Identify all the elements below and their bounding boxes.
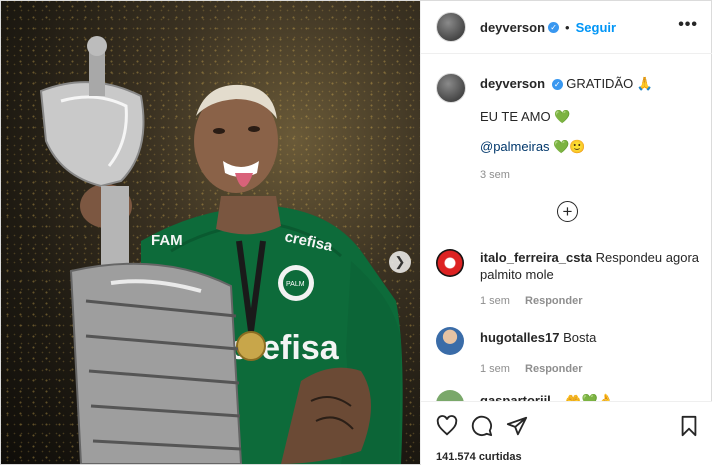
heart-icon[interactable]: [436, 415, 458, 437]
caption-line-2: EU TE AMO 💚: [480, 109, 571, 124]
caption-text: GRATIDÃO 🙏: [566, 76, 654, 91]
comment-avatar[interactable]: [436, 249, 464, 277]
caption-timestamp[interactable]: 3 sem: [480, 169, 701, 181]
caption-avatar[interactable]: [436, 73, 466, 103]
comment-icon[interactable]: [471, 415, 493, 437]
chevron-right-icon: ❯: [394, 254, 406, 269]
comment-meta: 1 sem Responder: [480, 295, 701, 307]
verified-icon: ✓: [551, 79, 563, 91]
follow-button[interactable]: Seguir: [576, 20, 616, 35]
mention-emoji: 💚🙂: [553, 139, 586, 154]
next-photo-button[interactable]: ❯: [389, 251, 411, 273]
more-icon[interactable]: •••: [678, 16, 698, 34]
mention-link[interactable]: @palmeiras: [480, 139, 550, 154]
comment-time[interactable]: 1 sem: [480, 363, 510, 375]
comment-item: hugotalles17 Bosta 1 sem Responder: [436, 327, 701, 375]
svg-text:PALM: PALM: [286, 281, 305, 288]
comment-avatar[interactable]: [436, 327, 464, 355]
post-photo[interactable]: PALM crefisa FAM crefisa ❯: [1, 1, 420, 464]
caption-username[interactable]: deyverson: [480, 76, 545, 91]
svg-text:FAM: FAM: [151, 232, 183, 249]
action-bar: 141.574 curtidas: [421, 401, 712, 465]
post-sidebar: deyverson ✓ • Seguir ••• deyverson ✓ GRA…: [420, 1, 712, 465]
verified-icon: ✓: [548, 21, 560, 33]
separator-dot: •: [565, 19, 570, 35]
comment-time[interactable]: 1 sem: [480, 295, 510, 307]
post-caption: deyverson ✓ GRATIDÃO 🙏 EU TE AMO 💚 @palm…: [436, 73, 701, 181]
share-icon[interactable]: [506, 415, 528, 437]
likes-count[interactable]: 141.574 curtidas: [436, 451, 522, 463]
comment-meta: 1 sem Responder: [480, 363, 701, 375]
bookmark-icon[interactable]: [678, 415, 700, 437]
comment-username[interactable]: italo_ferreira_csta: [480, 250, 592, 265]
author-username[interactable]: deyverson: [480, 20, 545, 35]
author-avatar[interactable]: [436, 12, 466, 42]
add-circle-icon[interactable]: +: [557, 201, 578, 222]
reply-button[interactable]: Responder: [525, 363, 582, 375]
reply-button[interactable]: Responder: [525, 295, 582, 307]
comment-text: Bosta: [563, 330, 597, 345]
comment-username[interactable]: hugotalles17: [480, 330, 559, 345]
post-header: deyverson ✓ • Seguir •••: [421, 1, 712, 54]
comment-item: italo_ferreira_csta Respondeu agora palm…: [436, 249, 701, 307]
player-with-trophy-illustration: PALM crefisa FAM crefisa: [39, 36, 403, 464]
caption-mention-line: @palmeiras 💚🙂: [480, 139, 701, 155]
